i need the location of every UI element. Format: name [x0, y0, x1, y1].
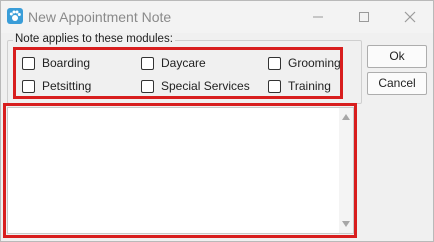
close-button[interactable]: [387, 1, 433, 33]
cancel-button[interactable]: Cancel: [367, 72, 427, 95]
maximize-button[interactable]: [341, 1, 387, 33]
close-icon: [404, 11, 416, 23]
window-title: New Appointment Note: [28, 9, 172, 25]
maximize-icon: [359, 12, 369, 22]
paw-app-icon: [7, 8, 23, 24]
modules-group-label: Note applies to these modules:: [13, 33, 175, 45]
note-highlight-frame: [3, 103, 357, 238]
ok-button[interactable]: Ok: [367, 45, 427, 68]
minimize-icon: [313, 16, 323, 18]
title-bar: New Appointment Note: [1, 1, 433, 33]
minimize-button[interactable]: [295, 1, 341, 33]
modules-highlight-frame: [13, 47, 343, 99]
appointment-note-dialog: New Appointment Note Note applies to the…: [0, 0, 434, 242]
